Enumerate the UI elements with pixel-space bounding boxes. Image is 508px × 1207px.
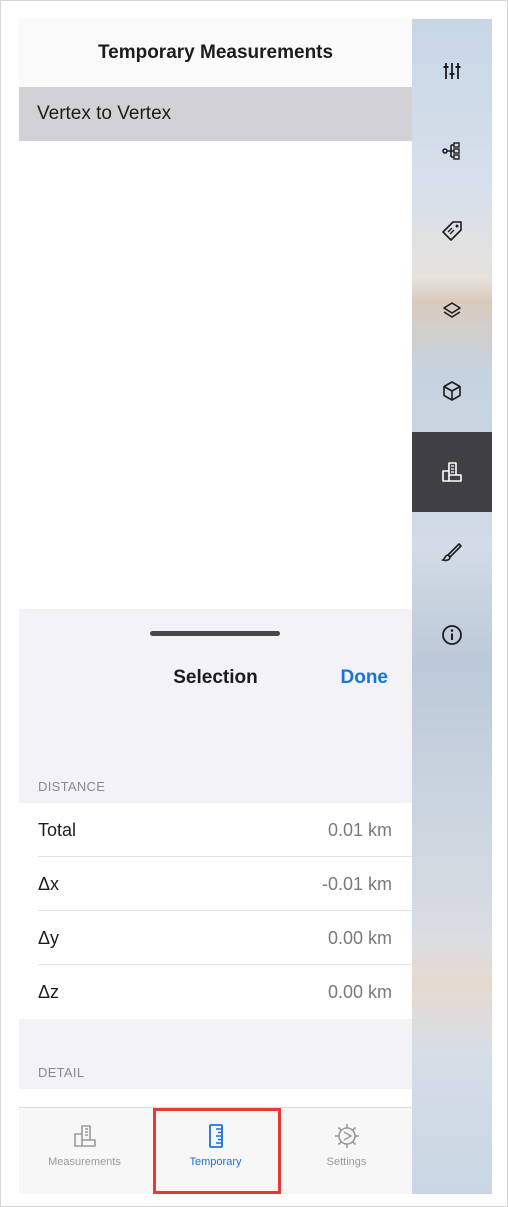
distance-section-header: DISTANCE	[38, 779, 106, 794]
done-button[interactable]: Done	[341, 667, 389, 689]
tool-measurements[interactable]	[412, 432, 492, 512]
measurements-icon	[442, 462, 462, 482]
settings-gear-icon	[334, 1124, 359, 1148]
panel-title: Temporary Measurements	[97, 42, 334, 63]
distance-row-dy: Δy 0.00 km	[19, 911, 412, 965]
tool-hierarchy[interactable]	[412, 111, 492, 191]
tool-objects[interactable]	[412, 351, 492, 431]
row-value: 0.01 km	[327, 819, 392, 840]
tab-temporary[interactable]: Temporary	[150, 1108, 281, 1194]
info-icon	[442, 625, 462, 645]
tool-info[interactable]	[412, 595, 492, 675]
tab-label: Temporary	[189, 1156, 242, 1168]
layers-icon	[443, 302, 461, 318]
tool-layers[interactable]	[412, 271, 492, 351]
measurement-panel: Temporary Measurements Vertex to Vertex …	[19, 19, 412, 1194]
sheet-grabber[interactable]	[150, 631, 280, 636]
row-value: 0.00 km	[327, 981, 392, 1002]
row-label: Δz	[38, 981, 60, 1002]
tab-bar: Measurements Temporary Settings	[19, 1107, 412, 1194]
distance-row-dz: Δz 0.00 km	[19, 965, 412, 1019]
distance-row-total: Total 0.01 km	[19, 803, 412, 857]
detail-section-header: DETAIL	[38, 1065, 85, 1080]
tab-label: Settings	[326, 1156, 367, 1168]
brush-icon	[440, 543, 462, 562]
right-toolbar	[412, 19, 492, 1194]
row-label: Total	[38, 819, 77, 840]
sliders-icon	[443, 63, 461, 79]
row-value: -0.01 km	[321, 873, 392, 894]
tab-settings[interactable]: Settings	[281, 1108, 412, 1194]
measurements-icon	[73, 1125, 96, 1147]
row-label: Δx	[38, 873, 60, 894]
distance-group: Total 0.01 km Δx -0.01 km Δy 0.00 km Δz …	[19, 803, 412, 1019]
tab-measurements[interactable]: Measurements	[19, 1108, 150, 1194]
cube-icon	[443, 381, 461, 401]
tree-hierarchy-icon	[442, 142, 460, 160]
tag-icon	[442, 221, 462, 241]
distance-row-dx: Δx -0.01 km	[19, 857, 412, 911]
measurement-list-item-label: Vertex to Vertex	[37, 103, 172, 124]
ruler-icon	[208, 1124, 223, 1148]
measurement-list-empty-area	[19, 141, 412, 609]
tool-tags[interactable]	[412, 191, 492, 271]
tool-sketch[interactable]	[412, 512, 492, 592]
app-frame: Temporary Measurements Vertex to Vertex …	[0, 0, 508, 1207]
panel-header: Temporary Measurements	[19, 19, 412, 87]
row-value: 0.00 km	[327, 927, 392, 948]
tab-label: Measurements	[48, 1156, 121, 1168]
row-label: Δy	[38, 927, 60, 948]
measurement-list-item-selected[interactable]: Vertex to Vertex	[19, 87, 412, 141]
tool-filter-sliders[interactable]	[412, 31, 492, 111]
